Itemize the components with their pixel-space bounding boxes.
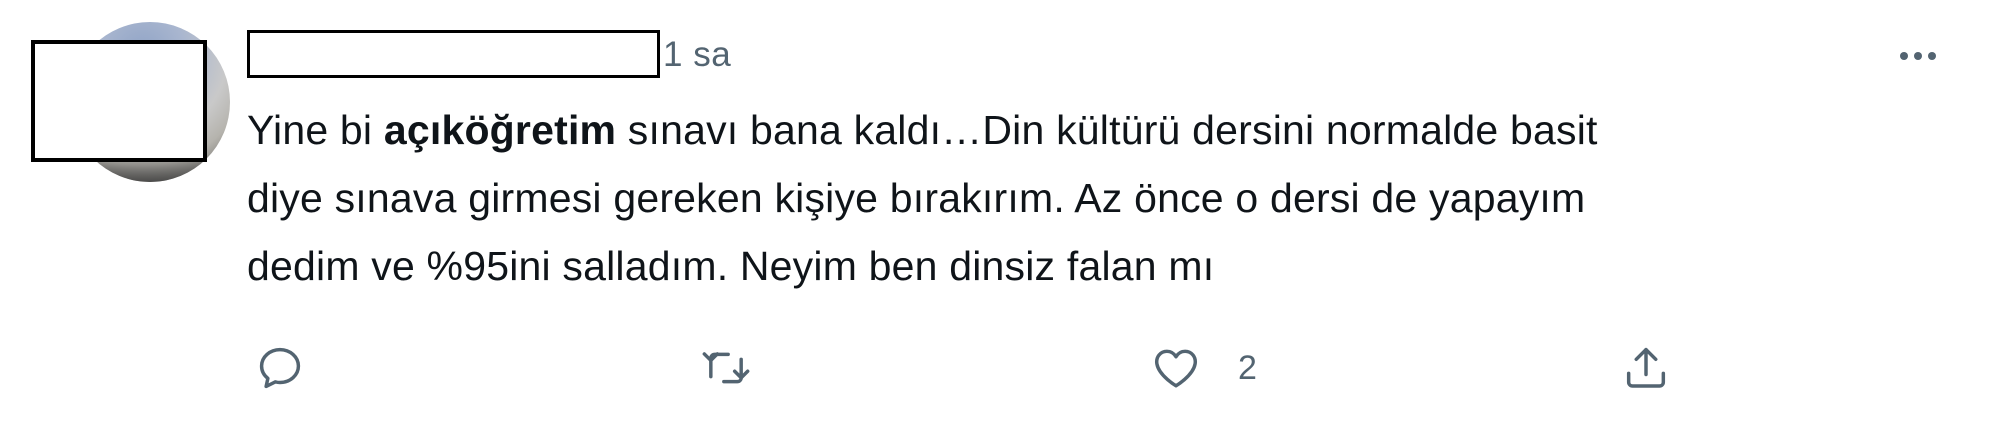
tweet-text-line-1: Yine bi açıköğretim sınavı bana kaldı…Di…	[247, 96, 1947, 164]
tweet-card: 1 sa Yine bi açıköğretim sınavı bana kal…	[0, 0, 2000, 436]
more-options-button[interactable]	[1888, 38, 1948, 74]
reply-icon	[259, 347, 301, 389]
tweet-text-segment: Yine bi	[247, 107, 384, 153]
avatar-redaction-box	[31, 40, 207, 162]
retweet-button[interactable]	[700, 340, 752, 396]
heart-icon	[1154, 349, 1198, 388]
reply-button[interactable]	[254, 340, 306, 396]
retweet-icon	[702, 352, 750, 384]
tweet-text-segment: sınavı bana kaldı…Din kültürü dersini no…	[616, 107, 1598, 153]
tweet-text: Yine bi açıköğretim sınavı bana kaldı…Di…	[247, 96, 1947, 300]
like-count: 2	[1238, 348, 1257, 387]
share-icon	[1626, 347, 1666, 388]
username-redaction-box	[247, 30, 660, 78]
tweet-text-line-2: diye sınava girmesi gereken kişiye bırak…	[247, 175, 1586, 221]
more-horizontal-icon	[1900, 52, 1908, 60]
tweet-text-line-3: dedim ve %95ini salladım. Neyim ben dins…	[247, 243, 1215, 289]
more-horizontal-icon-dot	[1928, 52, 1936, 60]
tweet-text-bold-keyword: açıköğretim	[383, 107, 617, 153]
share-button[interactable]	[1620, 340, 1672, 396]
more-horizontal-icon-dot	[1914, 52, 1922, 60]
tweet-timestamp[interactable]: 1 sa	[663, 34, 731, 76]
like-button[interactable]: 2	[1150, 340, 1257, 396]
